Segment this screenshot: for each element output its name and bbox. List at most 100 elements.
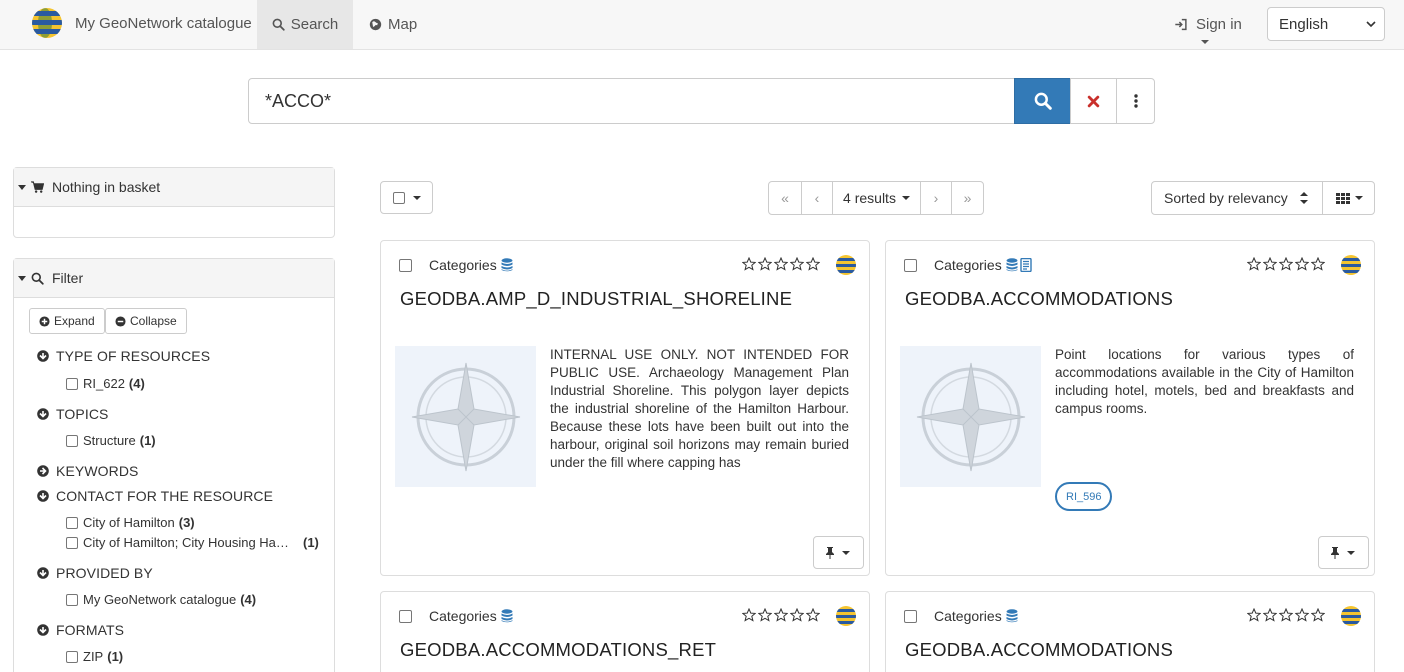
record-checkbox[interactable]	[904, 610, 917, 623]
arrow-circle-down-icon	[37, 624, 49, 636]
star-icon	[790, 257, 804, 271]
record-title[interactable]: GEODBA.ACCOMMODATIONS_RET	[400, 639, 716, 661]
record-title[interactable]: GEODBA.ACCOMMODATIONS	[905, 639, 1173, 661]
previous-page-button[interactable]: ‹	[801, 181, 833, 215]
categories-label: Categories	[934, 257, 1002, 273]
star-icon	[1311, 257, 1325, 271]
categories: Categories	[429, 608, 513, 624]
facet-formats[interactable]: FORMATS	[37, 622, 124, 638]
facet-item[interactable]: City of Hamilton; City Housing Hamilton …	[66, 535, 319, 550]
facet-contact-for-the-resource[interactable]: CONTACT FOR THE RESOURCE	[37, 488, 273, 504]
catalogue-logo-icon	[1341, 255, 1361, 275]
compass-thumbnail-icon[interactable]	[900, 346, 1041, 487]
facet-checkbox[interactable]	[66, 650, 78, 663]
record-checkbox[interactable]	[399, 610, 412, 623]
sort-label: Sorted by relevancy	[1164, 190, 1288, 206]
grid-icon	[1336, 192, 1350, 204]
facet-item[interactable]: RI_622 (4)	[66, 376, 145, 391]
tab-search-label: Search	[290, 16, 339, 33]
next-page-button[interactable]: ›	[920, 181, 952, 215]
record-title[interactable]: GEODBA.ACCOMMODATIONS	[905, 288, 1173, 310]
categories-label: Categories	[429, 257, 497, 273]
search-icon	[31, 272, 44, 285]
record-actions-button[interactable]	[813, 536, 864, 569]
more-options-button[interactable]	[1116, 78, 1155, 124]
signin-label: Sign in	[1196, 16, 1242, 33]
facet-keywords[interactable]: KEYWORDS	[37, 463, 138, 479]
star-icon	[1311, 608, 1325, 622]
signin-caret-icon[interactable]	[1201, 40, 1209, 44]
record-checkbox[interactable]	[399, 259, 412, 272]
record-abstract: Point locations for various types of acc…	[1055, 347, 1354, 416]
double-chevron-left-icon: «	[781, 190, 789, 206]
facet-item-count: (4)	[240, 592, 257, 607]
rating-stars[interactable]	[742, 257, 822, 271]
results-count-dropdown[interactable]: 4 results	[832, 181, 921, 215]
star-icon	[774, 608, 788, 622]
facet-type-of-resources[interactable]: TYPE OF RESOURCES	[37, 348, 210, 364]
filter-label: Filter	[52, 270, 84, 286]
facet-checkbox[interactable]	[66, 434, 78, 447]
facet-item[interactable]: ZIP (1)	[66, 649, 123, 664]
star-icon	[742, 608, 756, 622]
tab-map[interactable]: Map	[369, 0, 417, 49]
collapse-button[interactable]: Collapse	[105, 308, 187, 334]
last-page-button[interactable]: »	[951, 181, 984, 215]
facet-item[interactable]: Structure (1)	[66, 433, 156, 448]
tab-search[interactable]: Search	[257, 0, 353, 49]
star-icon	[1247, 608, 1261, 622]
caret-down-icon	[901, 196, 910, 200]
vertical-ellipsis-icon	[1133, 94, 1138, 108]
filter-header[interactable]: Filter	[14, 259, 334, 298]
search-input[interactable]: *ACCO*	[248, 78, 1015, 124]
compass-thumbnail-icon[interactable]	[395, 346, 536, 487]
plus-circle-icon	[39, 315, 50, 327]
database-icon	[501, 609, 513, 623]
facet-checkbox[interactable]	[66, 593, 78, 606]
star-icon	[774, 257, 788, 271]
facet-item-label: City of Hamilton	[83, 515, 175, 530]
double-chevron-right-icon: »	[963, 190, 972, 206]
database-icon	[1006, 258, 1018, 272]
facet-checkbox[interactable]	[66, 377, 78, 390]
basket-header[interactable]: Nothing in basket	[14, 168, 334, 207]
facet-item-count: (1)	[107, 649, 124, 664]
facet-item-label: City of Hamilton; City Housing Hamilton	[83, 535, 297, 550]
facet-item[interactable]: City of Hamilton (3)	[66, 515, 195, 530]
rating-stars[interactable]	[742, 608, 822, 622]
app-title: My GeoNetwork catalogue	[75, 14, 252, 32]
brand[interactable]: My GeoNetwork catalogue	[32, 8, 252, 38]
record-actions-button[interactable]	[1318, 536, 1369, 569]
results-count: 4 results	[843, 190, 896, 206]
rating-stars[interactable]	[1247, 257, 1327, 271]
sort-updown-icon	[1300, 192, 1308, 204]
facet-item[interactable]: My GeoNetwork catalogue (4)	[66, 592, 256, 607]
select-all-dropdown[interactable]	[380, 181, 433, 214]
arrow-circle-down-icon	[37, 350, 49, 362]
pagination: « ‹ 4 results › »	[768, 181, 984, 215]
star-icon	[790, 608, 804, 622]
facet-item-label: ZIP	[83, 649, 104, 664]
expand-button[interactable]: Expand	[29, 308, 105, 334]
facet-title-label: TOPICS	[56, 406, 109, 422]
clear-search-button[interactable]	[1070, 78, 1117, 124]
first-page-button[interactable]: «	[768, 181, 802, 215]
record-title[interactable]: GEODBA.AMP_D_INDUSTRIAL_SHORELINE	[400, 288, 792, 310]
language-select[interactable]: English	[1267, 7, 1385, 41]
database-icon	[1006, 609, 1018, 623]
facet-checkbox[interactable]	[66, 516, 78, 529]
facet-provided-by[interactable]: PROVIDED BY	[37, 565, 153, 581]
search-button[interactable]	[1014, 78, 1071, 124]
facet-topics[interactable]: TOPICS	[37, 406, 108, 422]
view-mode-dropdown[interactable]	[1322, 181, 1375, 215]
tab-map-label: Map	[388, 16, 418, 33]
facet-item-label: Structure	[83, 433, 136, 448]
rating-stars[interactable]	[1247, 608, 1327, 622]
sort-select[interactable]: Sorted by relevancy	[1151, 181, 1323, 215]
facet-checkbox[interactable]	[66, 536, 78, 549]
facet-title-label: FORMATS	[56, 622, 125, 638]
record-tag[interactable]: RI_596	[1055, 482, 1113, 511]
pin-icon	[1331, 546, 1339, 559]
record-checkbox[interactable]	[904, 259, 917, 272]
catalogue-logo-icon	[836, 255, 856, 275]
